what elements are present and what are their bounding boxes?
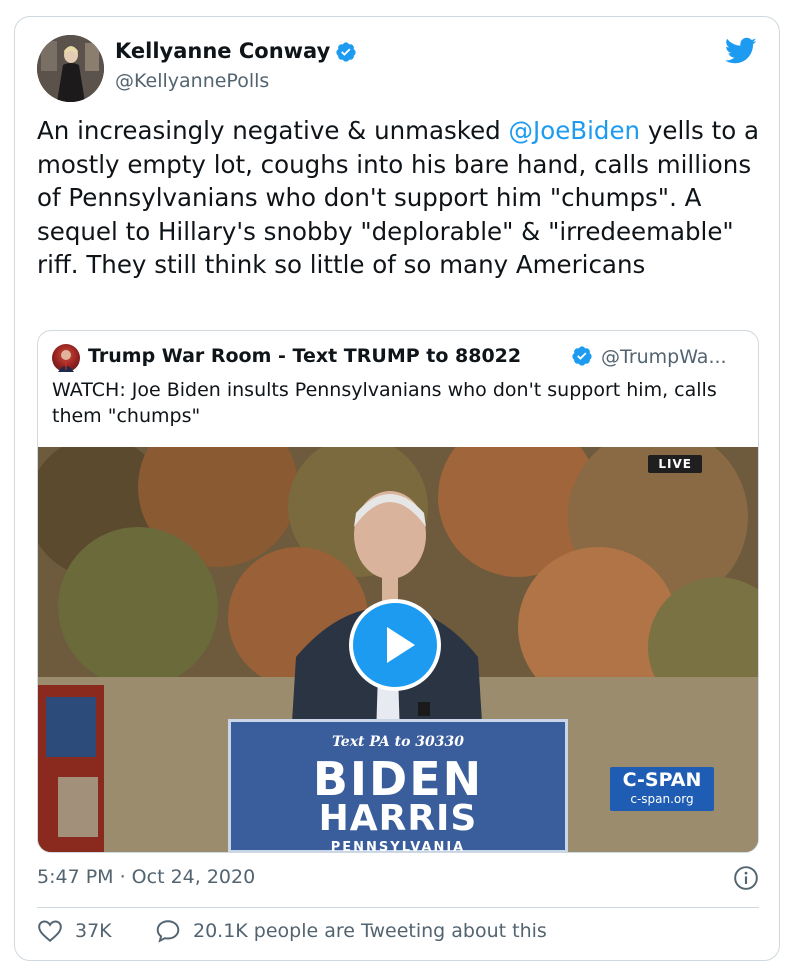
quoted-tweet-text: WATCH: Joe Biden insults Pennsylvanians …: [52, 379, 717, 427]
like-button[interactable]: 37K: [37, 919, 112, 943]
quoted-author-handle[interactable]: @TrumpWa...: [601, 346, 727, 368]
author-avatar[interactable]: [37, 35, 104, 102]
twitter-bird-icon[interactable]: [725, 37, 757, 65]
cspan-site-text: c-span.org: [630, 792, 694, 806]
podium-state: PENNSYLVANIA: [330, 840, 466, 853]
quoted-author-name[interactable]: Trump War Room - Text TRUMP to 88022: [88, 345, 521, 367]
author-name[interactable]: Kellyanne Conway: [115, 39, 330, 63]
tweet-text-part: An increasingly negative & unmasked: [37, 116, 509, 145]
cspan-logo: C-SPAN c-span.org: [610, 767, 714, 811]
mention-link[interactable]: @JoeBiden: [509, 116, 641, 145]
video-player[interactable]: LIVE Text PA to 30330 BIDEN HARRIS PENNS…: [38, 447, 758, 853]
speech-bubble-icon: [156, 920, 180, 943]
quoted-author-avatar[interactable]: [52, 344, 80, 372]
like-count: 37K: [75, 920, 112, 942]
reply-conversation-button[interactable]: 20.1K people are Tweeting about this: [155, 919, 547, 943]
quoted-tweet[interactable]: Trump War Room - Text TRUMP to 88022 @Tr…: [37, 330, 759, 853]
verified-badge-icon: [572, 346, 592, 366]
divider: [37, 907, 759, 908]
tweet-card[interactable]: Kellyanne Conway @KellyannePolls An incr…: [14, 16, 780, 961]
author-handle[interactable]: @KellyannePolls: [115, 70, 269, 92]
verified-badge-icon: [336, 42, 356, 62]
play-button[interactable]: [349, 599, 441, 691]
heart-icon: [38, 920, 62, 943]
tweet-timestamp[interactable]: 5:47 PM · Oct 24, 2020: [37, 866, 255, 888]
podium-sign: Text PA to 30330 BIDEN HARRIS PENNSYLVAN…: [228, 719, 568, 853]
podium-harris: HARRIS: [318, 798, 478, 839]
live-badge: LIVE: [648, 455, 702, 473]
play-icon: [387, 627, 415, 663]
cspan-logo-text: C-SPAN: [622, 769, 702, 791]
tweet-text: An increasingly negative & unmasked @Joe…: [37, 114, 767, 282]
info-icon[interactable]: [733, 865, 759, 891]
tweeting-count: 20.1K people are Tweeting about this: [193, 920, 547, 942]
podium-text-line: Text PA to 30330: [331, 734, 465, 750]
